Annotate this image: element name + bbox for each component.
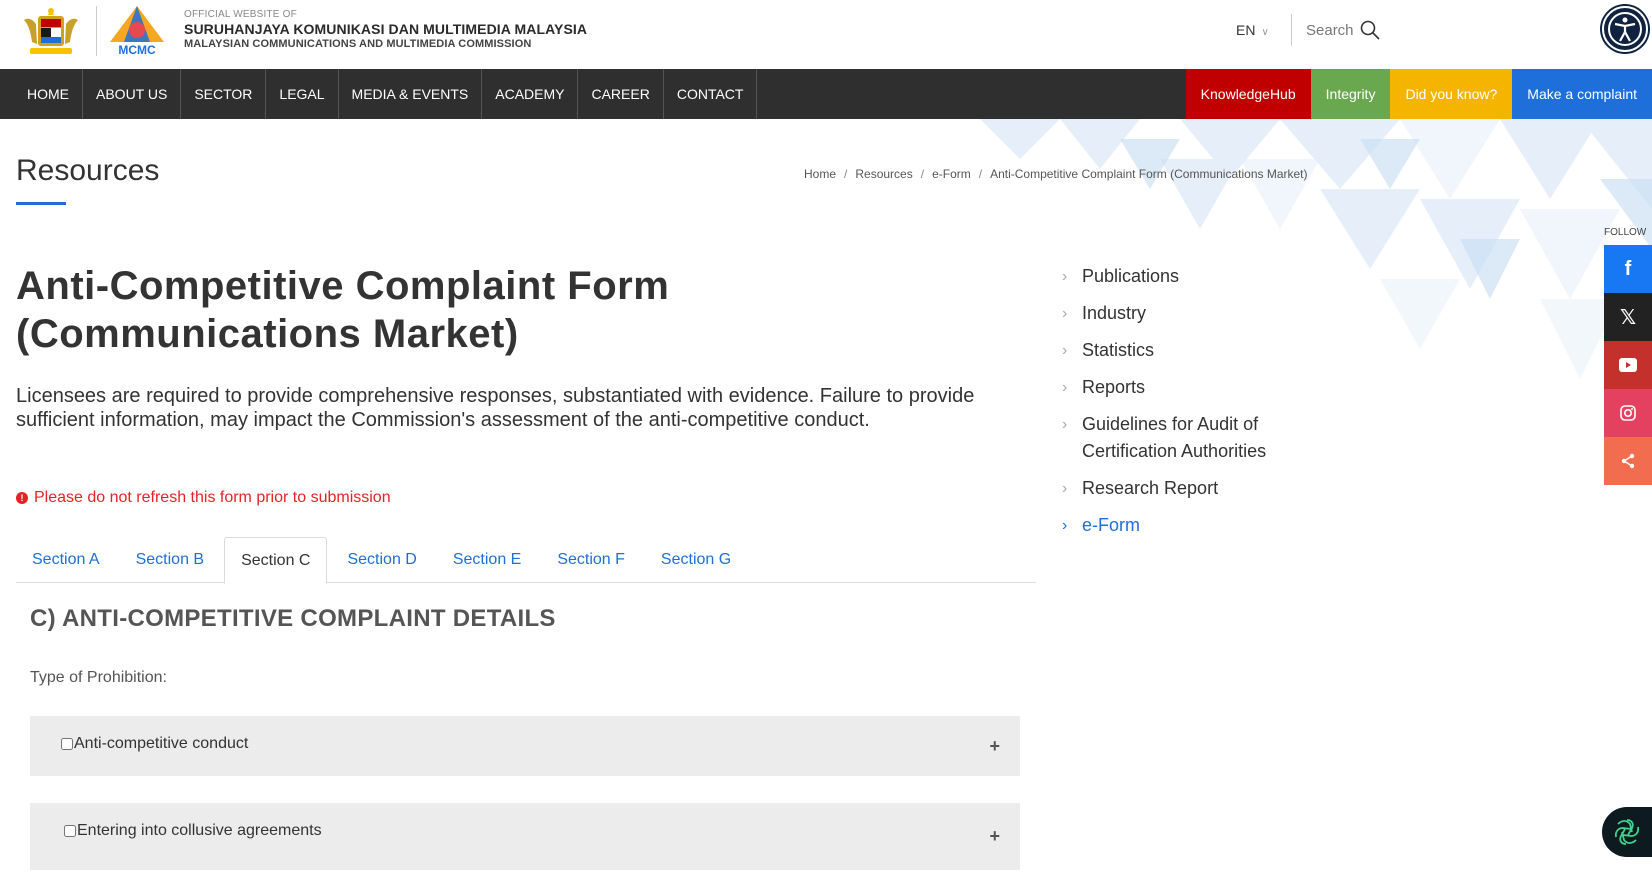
- accordion-header: Entering into collusive agreements: [64, 822, 322, 840]
- tab-section-d[interactable]: Section D: [331, 537, 432, 583]
- breadcrumb-resources[interactable]: Resources: [855, 167, 912, 181]
- social-links: f 𝕏: [1604, 245, 1652, 485]
- nav-media-events[interactable]: MEDIA & EVENTS: [339, 69, 483, 119]
- tab-section-g[interactable]: Section G: [645, 537, 747, 583]
- make-complaint-button[interactable]: Make a complaint: [1512, 69, 1652, 119]
- sidebar-item-eform[interactable]: › e-Form: [1062, 512, 1342, 539]
- sidebar-item-research-report[interactable]: › Research Report: [1062, 475, 1342, 502]
- sidebar-item-publications[interactable]: › Publications: [1062, 263, 1342, 290]
- breadcrumb-separator: /: [844, 167, 848, 181]
- chevron-down-icon: ∨: [1261, 27, 1269, 38]
- official-label: OFFICIAL WEBSITE OF: [184, 9, 297, 20]
- instagram-icon[interactable]: [1604, 389, 1652, 437]
- main-navigation: HOME ABOUT US SECTOR LEGAL MEDIA & EVENT…: [0, 69, 1652, 119]
- nav-academy[interactable]: ACADEMY: [482, 69, 579, 119]
- facebook-icon[interactable]: f: [1604, 245, 1652, 293]
- nav-legal[interactable]: LEGAL: [266, 69, 339, 119]
- did-you-know-button[interactable]: Did you know?: [1390, 69, 1513, 119]
- x-icon[interactable]: 𝕏: [1604, 293, 1652, 341]
- nav-home[interactable]: HOME: [0, 69, 83, 119]
- logo-divider: [96, 6, 97, 56]
- nav-quick-links: KnowledgeHub Integrity Did you know? Mak…: [1185, 69, 1652, 119]
- search-button[interactable]: Search: [1306, 20, 1380, 40]
- language-value: EN: [1236, 22, 1256, 38]
- anti-competitive-conduct-checkbox[interactable]: [61, 738, 73, 750]
- sidebar-item-label: Research Report: [1082, 478, 1219, 498]
- mcmc-logo[interactable]: MCMC: [104, 4, 170, 56]
- accordion-collusive-agreements[interactable]: Entering into collusive agreements +: [30, 803, 1020, 870]
- sidebar-item-label: Statistics: [1082, 340, 1155, 360]
- malaysia-coat-of-arms-icon[interactable]: [16, 6, 86, 58]
- nav-sector[interactable]: SECTOR: [181, 69, 267, 119]
- sidebar-item-industry[interactable]: › Industry: [1062, 300, 1342, 327]
- chevron-right-icon: ›: [1062, 517, 1068, 534]
- org-name-ms: SURUHANJAYA KOMUNIKASI DAN MULTIMEDIA MA…: [184, 21, 588, 37]
- chevron-right-icon: ›: [1062, 342, 1068, 359]
- breadcrumb: Home / Resources / e-Form / Anti-Competi…: [804, 167, 1308, 181]
- follow-label: FOLLOW: [1604, 227, 1647, 238]
- refresh-warning: ! Please do not refresh this form prior …: [16, 489, 391, 507]
- mcmc-logo-text: MCMC: [118, 43, 156, 56]
- collusive-agreements-checkbox[interactable]: [64, 825, 76, 837]
- accessibility-icon: [1608, 12, 1642, 46]
- accordion-header: Anti-competitive conduct: [61, 735, 248, 753]
- expand-plus-icon[interactable]: +: [989, 736, 1000, 757]
- tab-section-b[interactable]: Section B: [120, 537, 220, 583]
- expand-plus-icon[interactable]: +: [989, 826, 1000, 847]
- title-underline: [16, 202, 66, 205]
- sidebar-item-label: Guidelines for Audit of Certification Au…: [1082, 414, 1267, 461]
- chevron-right-icon: ›: [1062, 480, 1068, 497]
- header-divider: [1291, 14, 1292, 46]
- sidebar-item-reports[interactable]: › Reports: [1062, 374, 1342, 401]
- chatbot-button[interactable]: [1602, 807, 1652, 857]
- tab-section-c[interactable]: Section C: [224, 537, 328, 584]
- page-title: Resources: [16, 154, 160, 187]
- section-tabs: Section A Section B Section C Section D …: [16, 537, 1036, 584]
- chevron-right-icon: ›: [1062, 268, 1068, 285]
- breadcrumb-separator: /: [978, 167, 983, 181]
- option-label: Entering into collusive agreements: [77, 822, 322, 839]
- breadcrumb-separator: /: [920, 167, 925, 181]
- warning-icon: !: [16, 492, 28, 504]
- breadcrumb-home[interactable]: Home: [804, 167, 836, 181]
- youtube-icon[interactable]: [1604, 341, 1652, 389]
- chatbot-icon: [1614, 819, 1640, 845]
- option-label: Anti-competitive conduct: [74, 735, 249, 752]
- knowledgehub-button[interactable]: KnowledgeHub: [1185, 69, 1311, 119]
- sidebar-item-label: Industry: [1082, 303, 1147, 323]
- accessibility-button[interactable]: [1602, 6, 1648, 52]
- resources-sidebar: › Publications › Industry › Statistics › Rep…: [1062, 263, 1342, 549]
- share-icon[interactable]: [1604, 437, 1652, 485]
- nav-career[interactable]: CAREER: [578, 69, 664, 119]
- site-title-block: OFFICIAL WEBSITE OF SURUHANJAYA KOMUNIKA…: [184, 9, 587, 50]
- sidebar-item-label: e-Form: [1082, 515, 1140, 535]
- section-heading: C) ANTI-COMPETITIVE COMPLAINT DETAILS: [30, 605, 556, 632]
- warning-text: Please do not refresh this form prior to…: [34, 489, 391, 506]
- language-selector[interactable]: EN ∨: [1236, 22, 1269, 38]
- breadcrumb-current: Anti-Competitive Complaint Form (Communi…: [990, 167, 1308, 181]
- tab-section-f[interactable]: Section F: [541, 537, 641, 583]
- form-title: Anti-Competitive Complaint Form (Communi…: [16, 264, 670, 356]
- search-icon: [1360, 20, 1380, 40]
- tab-section-a[interactable]: Section A: [16, 537, 116, 583]
- chevron-right-icon: ›: [1062, 305, 1068, 322]
- breadcrumb-eform[interactable]: e-Form: [932, 167, 971, 181]
- tab-section-e[interactable]: Section E: [437, 537, 537, 583]
- chevron-right-icon: ›: [1062, 379, 1068, 396]
- accordion-anti-competitive-conduct[interactable]: Anti-competitive conduct +: [30, 716, 1020, 776]
- nav-contact[interactable]: CONTACT: [664, 69, 758, 119]
- form-intro: Licensees are required to provide compre…: [16, 385, 975, 431]
- org-name-en: MALAYSIAN COMMUNICATIONS AND MULTIMEDIA …: [184, 38, 532, 50]
- search-label: Search: [1306, 21, 1354, 39]
- sidebar-item-label: Reports: [1082, 377, 1146, 397]
- chevron-right-icon: ›: [1062, 416, 1068, 433]
- type-of-prohibition-label: Type of Prohibition:: [30, 669, 167, 686]
- sidebar-item-statistics[interactable]: › Statistics: [1062, 337, 1342, 364]
- site-header: MCMC OFFICIAL WEBSITE OF SURUHANJAYA KOM…: [0, 0, 1652, 69]
- sidebar-item-label: Publications: [1082, 266, 1180, 286]
- nav-about-us[interactable]: ABOUT US: [83, 69, 182, 119]
- sidebar-item-guidelines[interactable]: › Guidelines for Audit of Certification A…: [1062, 411, 1342, 465]
- integrity-button[interactable]: Integrity: [1310, 69, 1391, 119]
